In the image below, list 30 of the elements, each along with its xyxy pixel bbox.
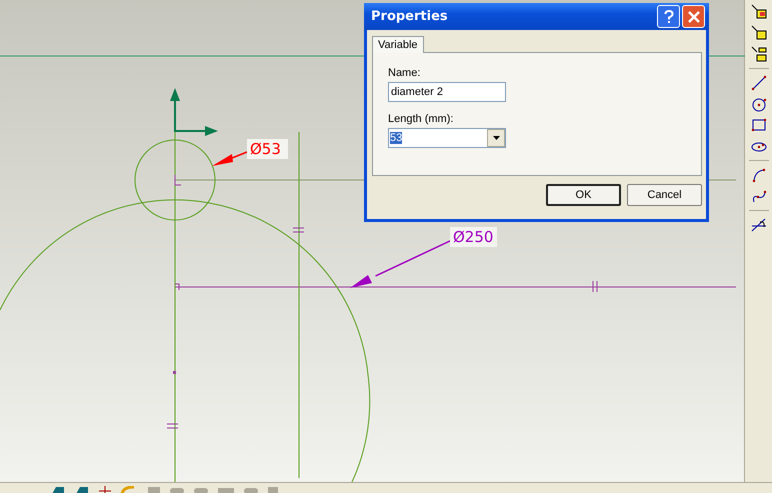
select-box-icon[interactable] — [750, 24, 768, 42]
field-label: Length (mm): — [388, 113, 454, 125]
equal-mark — [292, 228, 304, 232]
select-parts-icon[interactable] — [750, 45, 768, 63]
close-icon[interactable] — [682, 5, 705, 28]
dimension-label[interactable]: Ø53 — [250, 140, 281, 158]
solid-icon[interactable] — [74, 486, 90, 493]
dialog-title: Properties — [371, 9, 449, 24]
select-box-icon[interactable] — [750, 3, 768, 21]
variable-tab[interactable]: Variable — [372, 36, 424, 53]
crosshair-icon[interactable] — [98, 486, 112, 493]
trim-tool-icon[interactable] — [750, 216, 768, 234]
line-tool-icon[interactable] — [750, 74, 768, 92]
dialog-button[interactable]: Cancel — [627, 184, 702, 206]
point-mark — [173, 371, 176, 374]
length-combo-box[interactable]: 53 — [388, 128, 506, 148]
perpendicular-mark — [174, 174, 182, 186]
equal-mark — [166, 424, 178, 428]
perpendicular-mark — [174, 284, 180, 290]
dialog-button[interactable]: OK — [546, 184, 621, 206]
rectangle-tool-icon[interactable] — [750, 116, 768, 134]
name-input-field[interactable]: diameter 2 — [388, 82, 506, 102]
help-icon[interactable] — [657, 5, 680, 28]
solid-icon[interactable] — [50, 486, 66, 493]
axis-arrows-drawing — [170, 88, 218, 136]
equal-mark — [592, 280, 598, 292]
dimension-label[interactable]: Ø250 — [453, 228, 494, 246]
dimension-label-background — [450, 227, 497, 247]
field-label: Name: — [388, 67, 422, 79]
dimension-label-background — [247, 139, 288, 159]
